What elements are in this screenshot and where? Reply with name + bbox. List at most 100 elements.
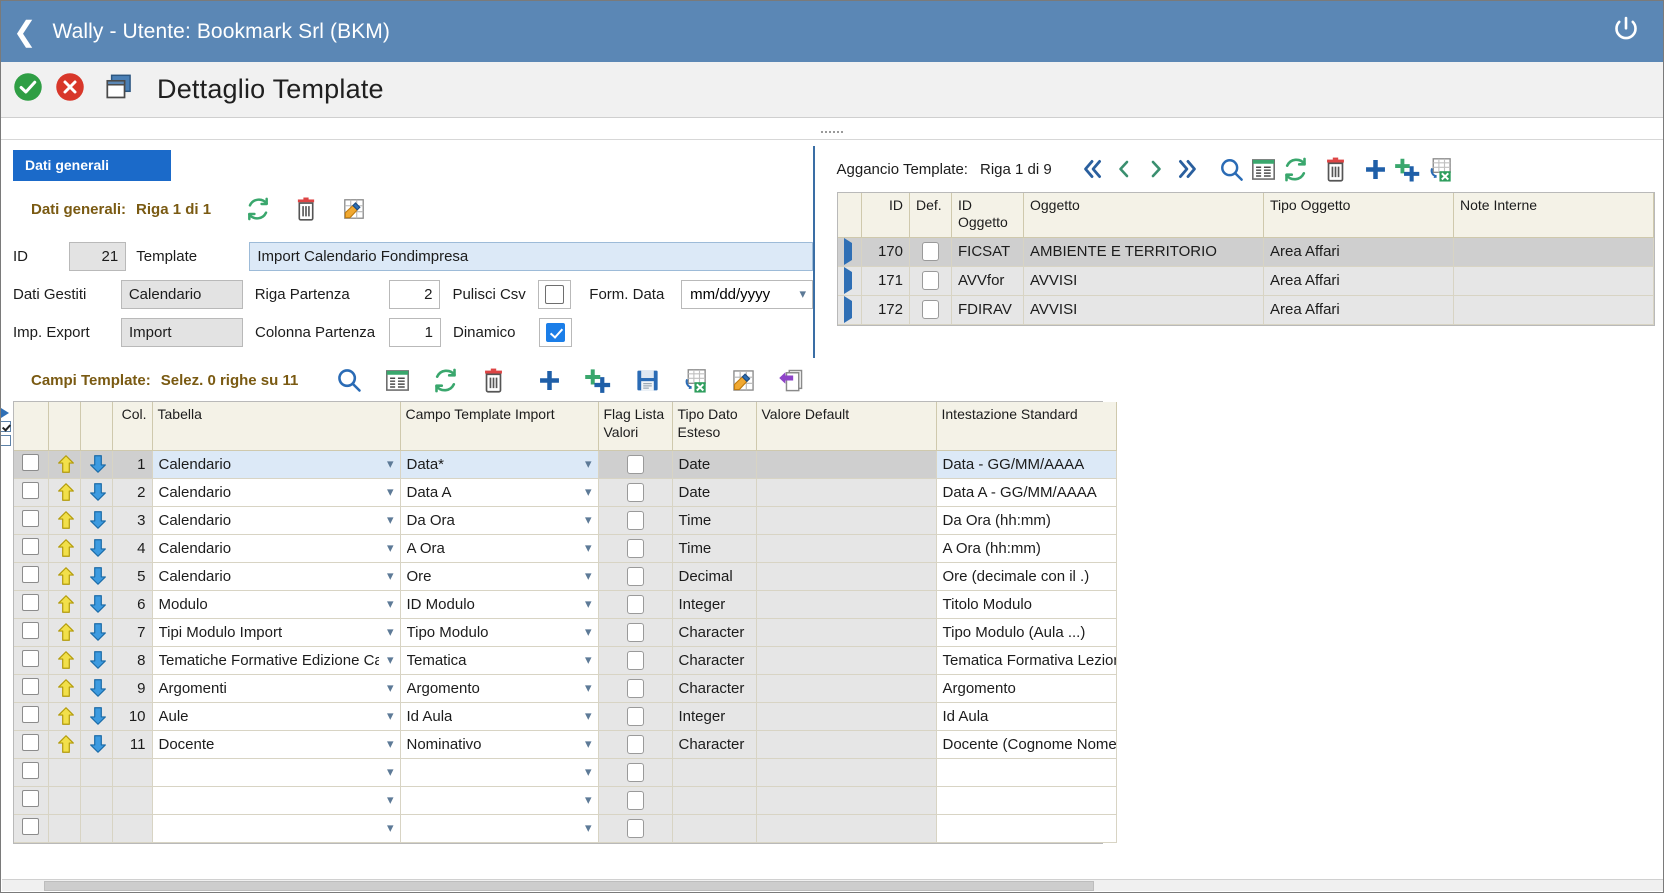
cell-flag-lista-valori[interactable]	[598, 814, 673, 843]
cell-move-up[interactable]	[48, 674, 81, 703]
select-all-checkbox[interactable]	[1, 421, 11, 432]
cell-valore-default[interactable]	[756, 562, 937, 591]
row-checkbox[interactable]	[922, 242, 939, 261]
flag-checkbox[interactable]	[626, 762, 644, 782]
table-row[interactable]: ▾ ▾	[14, 758, 1117, 787]
table-row[interactable]: 11 Docente ▾ Nominativo ▾ Character Docente (C…	[14, 730, 1117, 759]
table-row[interactable]: 7 Tipi Modulo Import ▾ Tipo Modulo ▾ Characte…	[14, 618, 1117, 647]
aggancio-col-id[interactable]: ID	[861, 193, 910, 238]
cell-intestazione-standard[interactable]: Tematica Formativa Lezione	[936, 646, 1117, 675]
row-checkbox[interactable]	[22, 649, 40, 667]
splitter-grip[interactable]	[821, 131, 843, 134]
cell-move-up[interactable]	[48, 506, 81, 535]
save-button[interactable]	[630, 364, 664, 396]
table-row[interactable]: 170 FICSAT AMBIENTE E TERRITORIO Area Af…	[837, 237, 1654, 267]
cell-tabella[interactable]: ▾	[152, 814, 401, 843]
cell-intestazione-standard[interactable]	[936, 786, 1117, 815]
row-expand-arrow[interactable]	[837, 295, 862, 325]
cell-row-checkbox[interactable]	[14, 646, 49, 675]
cell-campo-template-import[interactable]: Argomento ▾	[400, 674, 599, 703]
cell-move-down[interactable]	[80, 646, 113, 675]
cell-valore-default[interactable]	[756, 814, 937, 843]
cell-row-checkbox[interactable]	[14, 534, 49, 563]
table-row[interactable]: 9 Argomenti ▾ Argomento ▾ Character Argomento	[14, 674, 1117, 703]
power-icon[interactable]	[1611, 14, 1641, 49]
flag-checkbox[interactable]	[626, 734, 644, 754]
cell-move-down[interactable]	[80, 506, 113, 535]
cell-valore-default[interactable]	[756, 506, 937, 535]
cell-row-checkbox[interactable]	[14, 562, 49, 591]
flag-checkbox[interactable]	[626, 538, 644, 558]
horizontal-scrollbar[interactable]	[2, 879, 1663, 891]
table-row[interactable]: 8 Tematiche Formative Edizione Cal ▾ Temati…	[14, 646, 1117, 675]
scrollbar-thumb[interactable]	[44, 881, 1094, 891]
table-row[interactable]: 5 Calendario ▾ Ore ▾ Decimal Ore (decimale con…	[14, 562, 1117, 591]
cell-tabella[interactable]: Calendario ▾	[152, 534, 401, 563]
aggancio-col-def[interactable]: Def.	[909, 193, 952, 238]
refresh-button[interactable]	[241, 193, 275, 225]
cell-flag-lista-valori[interactable]	[598, 506, 673, 535]
col-tabella[interactable]: Tabella	[152, 402, 401, 451]
cell-move-down[interactable]	[80, 702, 113, 731]
cell-row-checkbox[interactable]	[14, 730, 49, 759]
cell-def[interactable]	[909, 266, 952, 296]
cell-move-up[interactable]	[48, 534, 81, 563]
cell-move-up[interactable]	[48, 618, 81, 647]
add-multiple-button[interactable]	[1392, 154, 1424, 184]
flag-checkbox[interactable]	[626, 706, 644, 726]
cell-campo-template-import[interactable]: A Ora ▾	[400, 534, 599, 563]
export-excel-button[interactable]	[678, 364, 712, 396]
table-row[interactable]: 1 Calendario ▾ Data* ▾ Date Data - GG/MM/AAAA	[14, 450, 1117, 479]
form-data-select[interactable]: mm/dd/yyyy ▾	[681, 279, 813, 309]
row-checkbox[interactable]	[922, 300, 939, 319]
row-checkbox[interactable]	[22, 565, 40, 583]
table-row[interactable]: ▾ ▾	[14, 814, 1117, 843]
grid-select-column-widget[interactable]	[1, 406, 12, 449]
flag-checkbox[interactable]	[626, 510, 644, 530]
cell-campo-template-import[interactable]: Nominativo ▾	[400, 730, 599, 759]
flag-checkbox[interactable]	[626, 566, 644, 586]
search-button[interactable]	[1216, 154, 1248, 184]
add-multiple-button[interactable]	[580, 364, 616, 396]
last-page-button[interactable]	[1172, 154, 1204, 184]
table-row[interactable]: ▾ ▾	[14, 786, 1117, 815]
cell-row-checkbox[interactable]	[14, 506, 49, 535]
cell-tabella[interactable]: Calendario ▾	[152, 478, 401, 507]
cell-campo-template-import[interactable]: Data* ▾	[400, 450, 599, 479]
row-checkbox[interactable]	[22, 761, 40, 779]
cell-flag-lista-valori[interactable]	[598, 618, 673, 647]
cell-tabella[interactable]: Calendario ▾	[152, 450, 401, 479]
table-row[interactable]: 171 AVVfor AVVISI Area Affari	[837, 266, 1654, 296]
cell-valore-default[interactable]	[756, 534, 937, 563]
col-col[interactable]: Col.	[112, 402, 153, 451]
back-copy-button[interactable]	[774, 364, 808, 396]
search-button[interactable]	[332, 364, 366, 396]
row-expand-arrow[interactable]	[837, 237, 862, 267]
cell-intestazione-standard[interactable]: Data A - GG/MM/AAAA	[936, 478, 1117, 507]
export-excel-button[interactable]	[1424, 154, 1456, 184]
cell-row-checkbox[interactable]	[14, 618, 49, 647]
cell-flag-lista-valori[interactable]	[598, 674, 673, 703]
prev-page-button[interactable]	[1108, 154, 1140, 184]
pulisci-csv-checkbox[interactable]	[538, 279, 572, 309]
cell-intestazione-standard[interactable]: Argomento	[936, 674, 1117, 703]
row-checkbox[interactable]	[22, 789, 40, 807]
cell-campo-template-import[interactable]: Tematica ▾	[400, 646, 599, 675]
col-flag-lista-valori[interactable]: Flag Lista Valori	[598, 402, 673, 451]
flag-checkbox[interactable]	[626, 622, 644, 642]
cell-tabella[interactable]: ▾	[152, 758, 401, 787]
flag-checkbox[interactable]	[626, 594, 644, 614]
cell-valore-default[interactable]	[756, 786, 937, 815]
cell-flag-lista-valori[interactable]	[598, 450, 673, 479]
row-checkbox[interactable]	[22, 621, 40, 639]
colonna-partenza-field[interactable]: 1	[389, 317, 441, 347]
check-circle-icon[interactable]	[13, 72, 43, 107]
cell-campo-template-import[interactable]: ▾	[400, 758, 599, 787]
cell-valore-default[interactable]	[756, 758, 937, 787]
cell-tabella[interactable]: Argomenti ▾	[152, 674, 401, 703]
cell-row-checkbox[interactable]	[14, 702, 49, 731]
cell-flag-lista-valori[interactable]	[598, 646, 673, 675]
cell-tabella[interactable]: ▾	[152, 786, 401, 815]
row-checkbox[interactable]	[22, 677, 40, 695]
cell-campo-template-import[interactable]: Data A ▾	[400, 478, 599, 507]
